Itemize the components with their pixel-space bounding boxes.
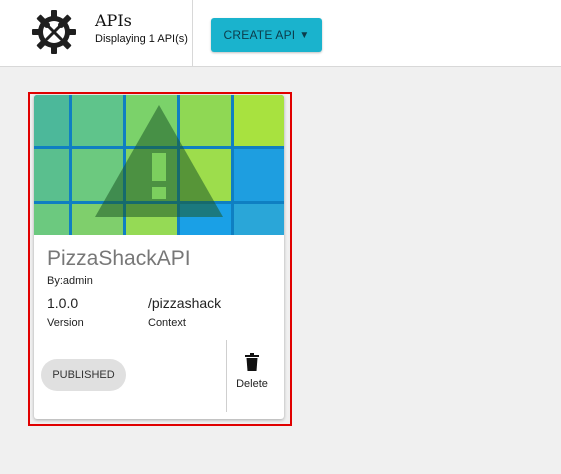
trash-icon [245,353,259,371]
top-bar: APIs Displaying 1 API(s) CREATE API ▼ [0,0,561,67]
api-author: By:admin [47,275,93,287]
status-badge: PUBLISHED [41,359,126,391]
page-title: APIs [95,11,132,30]
api-count-subtitle: Displaying 1 API(s) [95,33,188,45]
card-action-divider [226,340,227,412]
delete-label: Delete [236,378,268,390]
api-version-label: Version [47,317,84,329]
title-block: APIs Displaying 1 API(s) [95,11,188,45]
api-thumbnail[interactable] [34,95,284,235]
create-api-button[interactable]: CREATE API ▼ [211,18,322,52]
header-divider [192,0,193,66]
api-context-value: /pizzashack [148,295,222,311]
api-card[interactable]: PizzaShackAPI By:admin 1.0.0 Version /pi… [34,95,284,419]
api-context-label: Context [148,317,186,329]
create-api-label: CREATE API [223,28,296,42]
gear-tools-icon [32,10,76,54]
api-version-value: 1.0.0 [47,295,79,311]
chevron-down-icon: ▼ [299,29,310,41]
delete-button[interactable]: Delete [230,353,274,399]
api-name[interactable]: PizzaShackAPI [47,247,191,271]
